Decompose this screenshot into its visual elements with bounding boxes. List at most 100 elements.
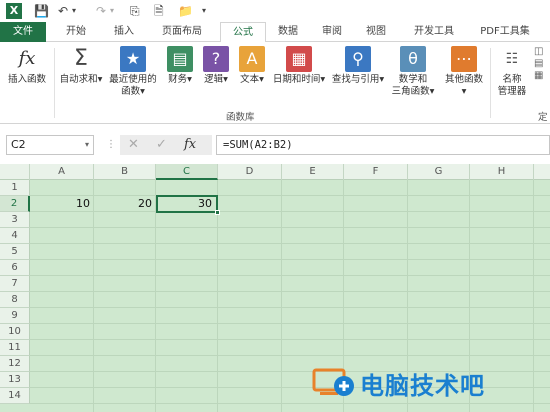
cancel-entry-icon[interactable]: ✕ — [128, 135, 139, 155]
more-functions-icon: ⋯ — [451, 46, 477, 72]
row-header-3[interactable]: 3 — [0, 212, 30, 228]
column-header-h[interactable]: H — [470, 164, 534, 180]
select-all-corner[interactable] — [0, 164, 30, 180]
excel-logo-icon: X — [6, 3, 22, 19]
row-header-9[interactable]: 9 — [0, 308, 30, 324]
insert-function-button[interactable]: fx 插入函数 — [4, 46, 50, 86]
row-gridline — [30, 259, 550, 260]
column-header-g[interactable]: G — [408, 164, 470, 180]
theta-icon: θ — [400, 46, 426, 72]
column-header-d[interactable]: D — [218, 164, 282, 180]
column-header-overflow — [534, 164, 550, 180]
cell-c2-selected[interactable]: 30 — [156, 195, 218, 213]
dropdown-arrow-icon: ▾ — [97, 74, 103, 85]
name-manager-icon: ☷ — [505, 51, 519, 67]
recently-used-button[interactable]: ★ 最近使用的 函数▾ — [106, 46, 160, 98]
cell-b2[interactable]: 20 — [94, 196, 156, 212]
dropdown-arrow-icon: ▾ — [140, 86, 145, 97]
tab-formulas[interactable]: 公式 — [220, 22, 266, 43]
row-gridline — [30, 355, 550, 356]
site-watermark: 电脑技术吧 — [308, 360, 548, 408]
formula-bar: C2 ▾ ⋮ ✕ ✓ fx =SUM(A2:B2) — [0, 132, 550, 158]
text-button[interactable]: A 文本▾ — [236, 46, 268, 86]
cell-a2[interactable]: 10 — [30, 196, 94, 212]
new-file-icon[interactable]: 🗎 — [154, 3, 164, 19]
row-header-4[interactable]: 4 — [0, 228, 30, 244]
name-box-value: C2 — [11, 138, 26, 151]
column-header-a[interactable]: A — [30, 164, 94, 180]
column-header-row: A B C D E F G H — [0, 164, 550, 180]
formulas-ribbon: fx 插入函数 Σ 自动求和▾ ★ 最近使用的 函数▾ ▤ 财务▾ ? 逻辑▾ … — [0, 42, 550, 124]
column-header-f[interactable]: F — [344, 164, 408, 180]
math-trig-button[interactable]: θ 数学和 三角函数▾ — [388, 46, 438, 98]
fill-handle[interactable] — [215, 210, 220, 215]
column-header-b[interactable]: B — [94, 164, 156, 180]
column-header-c[interactable]: C — [156, 164, 218, 180]
formula-input[interactable]: =SUM(A2:B2) — [216, 135, 550, 155]
dropdown-arrow-icon: ▾ — [461, 86, 467, 97]
row-gridline — [30, 243, 550, 244]
dropdown-arrow-icon: ▾ — [320, 74, 326, 85]
column-header-e[interactable]: E — [282, 164, 344, 180]
use-in-formula-icon: ▤ — [534, 58, 544, 69]
lookup-label: 查找与引用 — [331, 74, 380, 85]
name-manager-button[interactable]: ☷ 名称 管理器 — [492, 46, 532, 98]
undo-dropdown-icon[interactable]: ▾ — [72, 3, 76, 19]
calendar-icon: ▦ — [286, 46, 312, 72]
redo-dropdown-icon[interactable]: ▾ — [110, 3, 114, 19]
name-box[interactable]: C2 ▾ — [6, 135, 94, 155]
financial-label: 财务 — [168, 74, 188, 85]
tab-review[interactable]: 审阅 — [312, 22, 352, 42]
tab-developer[interactable]: 开发工具 — [404, 22, 464, 42]
dropdown-arrow-icon: ▾ — [187, 74, 192, 85]
recently-used-label-1: 最近使用的 — [109, 74, 157, 85]
formula-bar-buttons: ✕ ✓ fx — [120, 135, 212, 155]
row-header-12[interactable]: 12 — [0, 356, 30, 372]
print-preview-icon[interactable]: ⎘ — [130, 3, 140, 19]
open-file-icon[interactable]: 📁 — [178, 3, 193, 19]
more-functions-button[interactable]: ⋯ 其他函数 ▾ — [440, 46, 488, 98]
tab-home[interactable]: 开始 — [54, 22, 98, 42]
text-icon: A — [239, 46, 265, 72]
datetime-button[interactable]: ▦ 日期和时间▾ — [272, 46, 326, 86]
tab-data[interactable]: 数据 — [268, 22, 308, 42]
row-header-8[interactable]: 8 — [0, 292, 30, 308]
row-header-11[interactable]: 11 — [0, 340, 30, 356]
save-icon[interactable]: 💾 — [34, 3, 49, 19]
logical-label: 逻辑 — [204, 74, 224, 85]
row-header-14[interactable]: 14 — [0, 388, 30, 404]
row-header-5[interactable]: 5 — [0, 244, 30, 260]
insert-function-fx-icon[interactable]: fx — [184, 135, 196, 155]
tab-insert[interactable]: 插入 — [104, 22, 144, 42]
row-header-6[interactable]: 6 — [0, 260, 30, 276]
recently-used-label-2: 函数 — [121, 86, 141, 97]
confirm-entry-icon[interactable]: ✓ — [156, 135, 167, 155]
create-from-selection-icon: ▦ — [534, 70, 544, 81]
tab-view[interactable]: 视图 — [356, 22, 396, 42]
tab-page-layout[interactable]: 页面布局 — [150, 22, 214, 42]
question-icon: ? — [203, 46, 229, 72]
financial-button[interactable]: ▤ 财务▾ — [164, 46, 196, 86]
watermark-text: 电脑技术吧 — [360, 372, 485, 400]
define-name-button[interactable]: ◫ ▤ ▦ — [534, 46, 550, 82]
lookup-button[interactable]: ⚲ 查找与引用▾ — [330, 46, 386, 86]
tab-pdf-tools[interactable]: PDF工具集 — [470, 22, 540, 42]
ribbon-separator — [54, 48, 55, 118]
row-header-1[interactable]: 1 — [0, 180, 30, 196]
tab-file[interactable]: 文件 — [0, 22, 46, 42]
logical-button[interactable]: ? 逻辑▾ — [200, 46, 232, 86]
autosum-button[interactable]: Σ 自动求和▾ — [58, 46, 104, 86]
row-header-13[interactable]: 13 — [0, 372, 30, 388]
customize-toolbar-icon[interactable]: ▾ — [202, 3, 206, 19]
redo-icon[interactable]: ↷ — [96, 3, 106, 19]
row-gridline — [30, 227, 550, 228]
row-header-7[interactable]: 7 — [0, 276, 30, 292]
math-trig-label-1: 数学和 — [398, 74, 428, 85]
math-trig-label-2: 三角函数 — [391, 86, 430, 97]
row-header-2[interactable]: 2 — [0, 196, 30, 212]
row-header-10[interactable]: 10 — [0, 324, 30, 340]
star-icon: ★ — [120, 46, 146, 72]
quick-access-toolbar: X 💾 ↶ ▾ ↷ ▾ ⎘ 🗎 📁 ▾ — [0, 0, 550, 22]
undo-icon[interactable]: ↶ — [58, 3, 68, 19]
datetime-label: 日期和时间 — [272, 74, 321, 85]
